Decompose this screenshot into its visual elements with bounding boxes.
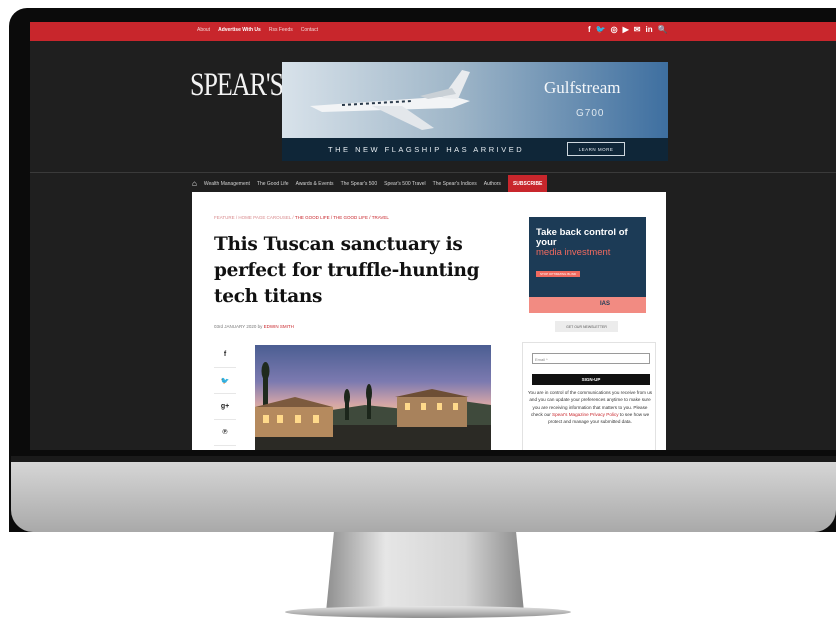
main-nav: ⌂ Wealth Management The Good Life Awards… (192, 174, 548, 193)
sidebar-ad-line2: media investment (536, 247, 611, 258)
share-bar: f 🐦 g+ ℗ (214, 342, 236, 446)
banner-ad[interactable]: Gulfstream G700 THE NEW FLAGSHIP HAS ARR… (282, 62, 668, 161)
youtube-icon[interactable]: ▶ (623, 25, 629, 34)
subscribe-button[interactable]: SUBSCRIBE (507, 174, 548, 193)
privacy-notice: You are in control of the communications… (527, 389, 653, 425)
twitter-icon[interactable]: 🐦 (596, 25, 606, 34)
article-page: FEATURE / HOME PAGE CAROUSEL / THE GOOD … (192, 192, 666, 450)
ad-brand: Gulfstream (544, 78, 621, 97)
linkedin-icon[interactable]: in (645, 25, 652, 34)
top-bar: About Advertise With Us Rss Feeds Contac… (30, 22, 836, 41)
newsletter-button[interactable]: GET OUR NEWSLETTER (555, 321, 618, 332)
breadcrumb-categories[interactable]: FEATURE / HOME PAGE CAROUSEL / (214, 215, 295, 220)
email-field[interactable]: Email * (532, 353, 650, 364)
site-logo[interactable]: SPEAR'S (190, 66, 284, 104)
pinterest-icon[interactable]: ℗ (214, 420, 236, 446)
email-icon[interactable]: ✉ (634, 25, 641, 34)
top-link-contact[interactable]: Contact (301, 27, 318, 33)
sidebar-ad[interactable]: Take back control of your media investme… (529, 217, 646, 313)
breadcrumb-links[interactable]: THE GOOD LIFE / THE GOOD LIFE / TRAVEL (295, 215, 389, 220)
search-icon[interactable]: 🔍 (658, 25, 668, 34)
nav-item-spears-indices[interactable]: The Spear's Indices (433, 181, 477, 187)
privacy-policy-link[interactable]: Spear's Magazine Privacy Policy (552, 412, 619, 417)
screen: About Advertise With Us Rss Feeds Contac… (30, 22, 836, 450)
ad-model: G700 (576, 108, 605, 119)
monitor-base (285, 606, 571, 618)
ad-tagline: THE NEW FLAGSHIP HAS ARRIVED (328, 145, 525, 154)
sidebar-ad-brand: IAS (600, 301, 611, 307)
twitter-icon[interactable]: 🐦 (214, 368, 236, 394)
facebook-icon[interactable]: f (588, 25, 591, 34)
villa-illustration (255, 362, 491, 450)
facebook-icon[interactable]: f (214, 342, 236, 368)
article-date: 03rd JANUARY 2020 by (214, 324, 264, 329)
sidebar-ad-cta[interactable]: STOP OPTIMIZING BLIND (536, 271, 580, 277)
sidebar-ad-headline: Take back control of your media investme… (536, 228, 646, 258)
monitor-chin (11, 462, 836, 532)
top-nav: About Advertise With Us Rss Feeds Contac… (197, 27, 318, 33)
signup-button[interactable]: SIGN-UP (532, 374, 650, 385)
ad-learn-more-button[interactable]: LEARN MORE (567, 142, 625, 156)
google-plus-icon[interactable]: g+ (214, 394, 236, 420)
signup-box: Email * SIGN-UP You are in control of th… (522, 342, 656, 450)
home-icon[interactable]: ⌂ (192, 179, 197, 188)
breadcrumb: FEATURE / HOME PAGE CAROUSEL / THE GOOD … (214, 215, 389, 220)
top-link-advertise[interactable]: Advertise With Us (218, 27, 261, 33)
article-hero-image (255, 345, 491, 450)
nav-item-authors[interactable]: Authors (484, 181, 501, 187)
monitor-stand (326, 532, 524, 612)
instagram-icon[interactable]: ◎ (611, 25, 618, 34)
social-links: f 🐦 ◎ ▶ ✉ in 🔍 (588, 25, 668, 34)
nav-item-good-life[interactable]: The Good Life (257, 181, 289, 187)
nav-item-awards-events[interactable]: Awards & Events (296, 181, 334, 187)
sidebar-ad-footer (529, 297, 646, 313)
nav-item-wealth-management[interactable]: Wealth Management (204, 181, 250, 187)
article-author[interactable]: EDWIN SMITH (264, 324, 294, 329)
nav-item-spears-500[interactable]: The Spear's 500 (341, 181, 378, 187)
article-byline: 03rd JANUARY 2020 by EDWIN SMITH (214, 324, 294, 329)
article-headline: This Tuscan sanctuary is perfect for tru… (214, 234, 480, 307)
top-link-about[interactable]: About (197, 27, 210, 33)
top-link-rss[interactable]: Rss Feeds (269, 27, 293, 33)
nav-divider (30, 172, 836, 173)
jet-image (310, 70, 470, 130)
nav-item-spears-500-travel[interactable]: Spear's 500 Travel (384, 181, 426, 187)
sidebar-ad-line1: Take back control of your (536, 227, 628, 248)
